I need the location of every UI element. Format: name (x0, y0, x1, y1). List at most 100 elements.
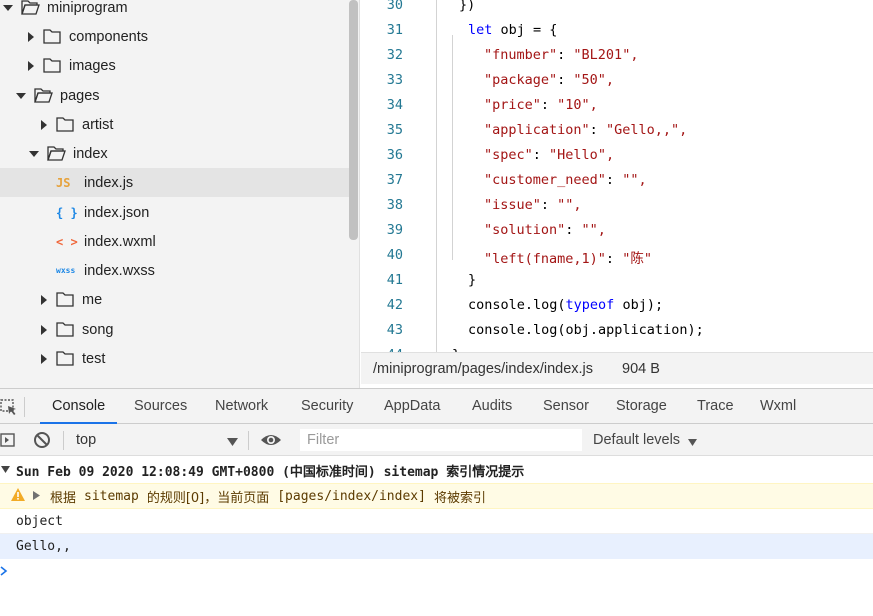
code-key: "application" (484, 122, 590, 138)
tab-storage[interactable]: Storage (616, 389, 667, 424)
folder-icon (43, 28, 61, 44)
tree-folder[interactable]: miniprogram (0, 0, 350, 22)
file-explorer: miniprogram components images pages artist in… (0, 0, 360, 388)
context-label: top (76, 432, 97, 448)
tab-wxml[interactable]: Wxml (760, 389, 796, 424)
tab-sources[interactable]: Sources (134, 389, 187, 424)
context-selector[interactable]: top (76, 424, 241, 456)
tree-scrollbar[interactable] (349, 0, 358, 240)
tree-file[interactable]: < > index.wxml (0, 227, 350, 256)
code-text: let obj = { (468, 22, 558, 38)
code-value: "", (557, 197, 582, 213)
tree-folder[interactable]: index (0, 139, 350, 168)
chevron-down-icon (1, 463, 10, 478)
tree-item-label: index.wxml (84, 233, 156, 250)
code-value: "10", (557, 97, 598, 113)
warning-sitemap: sitemap (84, 488, 139, 504)
line-number: 40 (386, 247, 403, 263)
wxss-file-icon: wxss (56, 266, 76, 275)
tree-item-label: test (82, 350, 106, 367)
toggle-sidebar-icon[interactable] (0, 432, 16, 451)
tree-item-label: index.json (84, 204, 150, 221)
code-text: } (468, 272, 477, 288)
divider (24, 397, 25, 417)
tree-file[interactable]: wxss index.wxss (0, 256, 350, 285)
code-key: "price" (484, 97, 541, 113)
log-levels-label: Default levels (593, 432, 681, 448)
folder-open-icon (47, 145, 66, 161)
log-message: Gello,, (16, 539, 71, 554)
code-line: console.log(typeof obj); (468, 297, 663, 313)
code-editor[interactable]: 30}) 31 let obj = {32 "fnumber": "BL201", 33… (361, 0, 873, 352)
tree-file[interactable]: JS index.js (0, 168, 350, 197)
group-header-text: Sun Feb 09 2020 12:08:49 GMT+0800 (中国标准时… (16, 464, 525, 480)
tree-folder[interactable]: me (0, 285, 350, 314)
json-file-icon: { } (56, 205, 78, 220)
warning-suffix: 将被索引 (433, 490, 486, 506)
tab-trace[interactable]: Trace (697, 389, 734, 424)
tab-audits[interactable]: Audits (472, 389, 512, 424)
eye-icon[interactable] (260, 432, 282, 451)
tree-folder[interactable]: test (0, 344, 350, 373)
folder-icon (56, 116, 74, 132)
chevron-down-icon[interactable] (3, 4, 13, 11)
chevron-right-icon[interactable] (41, 294, 47, 305)
tree-folder[interactable]: artist (0, 110, 350, 139)
chevron-down-icon[interactable] (29, 150, 39, 157)
code-value: "Hello", (549, 147, 615, 163)
warning-icon (11, 487, 25, 505)
tree-folder[interactable]: components (0, 22, 350, 51)
code-line: "issue": "", (484, 197, 582, 213)
console-group-header[interactable]: Sun Feb 09 2020 12:08:49 GMT+0800 (中国标准时… (0, 458, 873, 482)
tab-network[interactable]: Network (215, 389, 268, 424)
console-toolbar: top Default levels (0, 424, 873, 456)
code-line: "fnumber": "BL201", (484, 47, 639, 63)
code-value: "", (622, 172, 647, 188)
js-file-icon: JS (56, 175, 71, 190)
code-line: }) (459, 0, 475, 13)
warning-prefix: 根据 (50, 490, 77, 506)
clear-console-icon[interactable] (33, 431, 51, 452)
chevron-right-icon[interactable] (28, 60, 34, 71)
code-line: } (468, 272, 476, 288)
tree-file[interactable]: { } index.json (0, 198, 350, 227)
chevron-right-icon[interactable] (28, 31, 34, 42)
code-line: "package": "50", (484, 72, 615, 88)
tab-appdata[interactable]: AppData (384, 389, 440, 424)
code-key: "spec" (484, 147, 533, 163)
line-number: 39 (386, 222, 403, 238)
indent-guide (436, 0, 437, 352)
filter-input[interactable] (300, 429, 582, 451)
code-key: "customer_need" (484, 172, 606, 188)
chevron-down-icon[interactable] (16, 92, 26, 99)
line-number: 35 (386, 122, 403, 138)
tree-item-label: components (69, 28, 148, 45)
console-log-row: object (0, 510, 873, 534)
chevron-right-icon[interactable] (41, 324, 47, 335)
code-text: console.log(typeof obj); (468, 297, 664, 313)
code-key: "left(fname,1)" (484, 251, 606, 267)
tab-sensor[interactable]: Sensor (543, 389, 589, 424)
log-levels-dropdown[interactable]: Default levels (593, 424, 703, 456)
console-log-row: Gello,, (0, 534, 873, 559)
line-number: 38 (386, 197, 403, 213)
line-number: 43 (386, 322, 403, 338)
inspect-element-icon[interactable] (0, 398, 18, 419)
chevron-right-icon[interactable] (41, 119, 47, 130)
tab-console[interactable]: Console (40, 389, 118, 424)
tab-security[interactable]: Security (301, 389, 353, 424)
console-prompt[interactable] (0, 561, 873, 583)
line-number: 42 (386, 297, 403, 313)
line-number: 36 (386, 147, 403, 163)
divider (248, 431, 249, 450)
console-warning: 根据 sitemap 的规则[0]，当前页面 [pages/index/inde… (0, 483, 873, 509)
code-value: "Gello,,", (605, 122, 688, 138)
tree-folder[interactable]: pages (0, 81, 350, 110)
tree-folder[interactable]: song (0, 315, 350, 344)
code-line: let obj = { (468, 22, 557, 38)
line-number: 41 (386, 272, 403, 288)
line-number: 33 (386, 72, 403, 88)
tree-folder[interactable]: images (0, 51, 350, 80)
expand-triangle-icon[interactable] (33, 489, 40, 504)
chevron-right-icon[interactable] (41, 353, 47, 364)
